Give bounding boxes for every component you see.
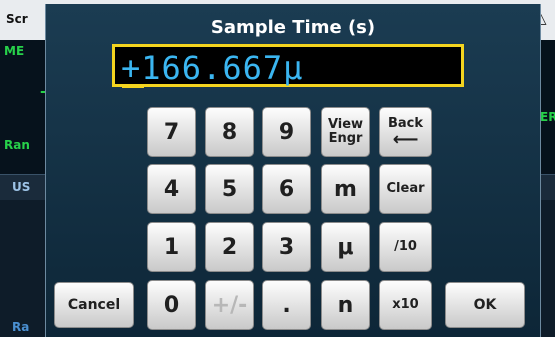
key-7[interactable]: 7 xyxy=(147,107,196,157)
micro-button[interactable]: μ xyxy=(321,222,370,272)
background-measure-label: ME xyxy=(4,44,25,58)
background-range-label: Ran xyxy=(4,138,30,152)
nano-button[interactable]: n xyxy=(321,280,370,330)
ok-button[interactable]: OK xyxy=(445,282,525,328)
key-2[interactable]: 2 xyxy=(205,222,254,272)
clear-button[interactable]: Clear xyxy=(379,164,432,214)
plus-minus-button[interactable]: +/- xyxy=(205,280,254,330)
key-3[interactable]: 3 xyxy=(262,222,311,272)
dialog-title: Sample Time (s) xyxy=(210,17,376,38)
key-1[interactable]: 1 xyxy=(147,222,196,272)
cancel-button[interactable]: Cancel xyxy=(54,282,134,328)
back-button[interactable]: Back ⟵ xyxy=(379,107,432,157)
key-8[interactable]: 8 xyxy=(205,107,254,157)
sample-time-dialog: Sample Time (s) +166.667μ 7 8 9 View Eng… xyxy=(45,4,541,337)
background-top-label: Scr xyxy=(6,12,28,26)
multiply-by-10-button[interactable]: x10 xyxy=(379,280,432,330)
key-0[interactable]: 0 xyxy=(147,280,196,330)
view-engr-button[interactable]: View Engr xyxy=(321,107,370,157)
entry-cursor xyxy=(122,85,144,88)
value-entry-text: +166.667μ xyxy=(121,49,304,87)
decimal-point-button[interactable]: . xyxy=(262,280,311,330)
background-right-label: ER xyxy=(540,110,555,124)
background-tab-label: US xyxy=(12,180,31,194)
key-4[interactable]: 4 xyxy=(147,164,196,214)
divide-by-10-button[interactable]: /10 xyxy=(379,222,432,272)
milli-button[interactable]: m xyxy=(321,164,370,214)
view-engr-label-2: Engr xyxy=(328,131,363,146)
key-9[interactable]: 9 xyxy=(262,107,311,157)
value-entry-field[interactable]: +166.667μ xyxy=(112,44,464,88)
key-5[interactable]: 5 xyxy=(205,164,254,214)
key-6[interactable]: 6 xyxy=(262,164,311,214)
view-engr-label-1: View xyxy=(327,117,364,132)
left-arrow-icon: ⟵ xyxy=(392,129,419,150)
background-bottom-label: Ra xyxy=(12,320,30,334)
